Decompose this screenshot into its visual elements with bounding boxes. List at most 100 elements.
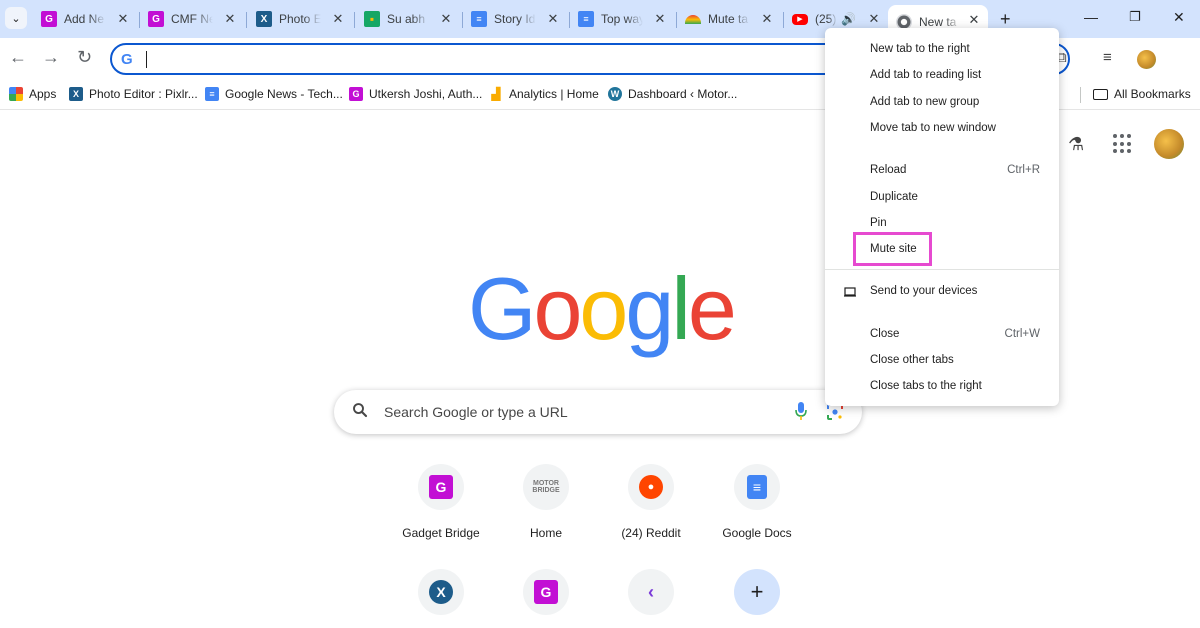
- tab[interactable]: ≡ Top way ✕: [570, 6, 674, 32]
- close-icon[interactable]: ✕: [652, 11, 668, 27]
- account-avatar[interactable]: [1154, 129, 1184, 159]
- google-logo: Google: [468, 259, 737, 358]
- shortcut-tile[interactable]: ● (24) Reddit: [596, 464, 706, 540]
- tab[interactable]: ▪ Su abh I ✕: [356, 6, 460, 32]
- chat-icon: ▪: [364, 11, 380, 27]
- shortcut-label: Home: [529, 526, 562, 540]
- google-apps-icon[interactable]: [1113, 134, 1133, 154]
- window-close-button[interactable]: ✕: [1173, 9, 1185, 26]
- menu-item-pin[interactable]: Pin: [870, 217, 887, 229]
- google-news-icon: ≡: [205, 87, 219, 101]
- tab-search-button[interactable]: ⌄: [5, 7, 27, 29]
- menu-item-new-tab-right[interactable]: New tab to the right: [870, 43, 970, 55]
- tab-title: Add Ne: [64, 12, 105, 26]
- plus-icon: +: [750, 579, 764, 604]
- search-input[interactable]: Search Google or type a URL: [384, 404, 568, 420]
- shortcut-tile[interactable]: MOTOR BRIDGE Home: [491, 464, 601, 540]
- menu-item-send-to-devices[interactable]: Send to your devices: [870, 285, 977, 297]
- reddit-icon: ●: [639, 475, 663, 499]
- bookmark-item[interactable]: W Dashboard ‹ Motor...: [608, 87, 737, 101]
- media-control-icon[interactable]: ≡: [1103, 49, 1112, 66]
- bookmark-item[interactable]: X Photo Editor : Pixlr...: [69, 87, 198, 101]
- shortcut-tile[interactable]: G Gadget Bridge: [386, 464, 496, 540]
- google-docs-icon: ≡: [578, 11, 594, 27]
- tab-title: Photo E: [279, 12, 321, 26]
- close-icon[interactable]: ✕: [966, 12, 982, 28]
- tab[interactable]: G Add Ne ✕: [33, 6, 137, 32]
- close-icon[interactable]: ✕: [222, 11, 238, 27]
- all-bookmarks-button[interactable]: All Bookmarks: [1093, 87, 1191, 101]
- back-button[interactable]: ←: [9, 47, 27, 68]
- shortcut-label: Google Docs: [722, 526, 792, 540]
- tab-title: Su abh I: [387, 12, 429, 26]
- youtube-icon: ▶: [792, 13, 808, 25]
- labs-flask-icon[interactable]: ⚗: [1068, 134, 1084, 155]
- text-caret: [146, 51, 147, 68]
- shortcut-tile[interactable]: ‹: [596, 569, 706, 615]
- menu-item-duplicate[interactable]: Duplicate: [870, 191, 918, 203]
- close-icon[interactable]: ✕: [115, 11, 131, 27]
- search-icon: [353, 403, 368, 418]
- google-docs-icon: ≡: [471, 11, 487, 27]
- rainbow-icon: [685, 14, 701, 24]
- bookmark-item[interactable]: G Utkersh Joshi, Auth...: [349, 87, 482, 101]
- bookmark-item[interactable]: ▟ Analytics | Home: [489, 87, 598, 101]
- tab-title: New ta: [919, 14, 957, 29]
- search-box[interactable]: Search Google or type a URL: [334, 390, 862, 434]
- menu-item-close[interactable]: Close: [870, 328, 899, 340]
- menu-item-close-other-tabs[interactable]: Close other tabs: [870, 354, 954, 366]
- menu-item-add-new-group[interactable]: Add tab to new group: [870, 96, 979, 108]
- google-docs-icon: ≡: [747, 475, 767, 499]
- shortcut-tile[interactable]: ≡ Google Docs: [702, 464, 812, 540]
- pixlr-icon: X: [429, 580, 453, 604]
- bookmark-apps[interactable]: Apps: [9, 87, 56, 101]
- purple-k-icon: ‹: [648, 581, 654, 602]
- minimize-button[interactable]: —: [1084, 9, 1098, 25]
- tab[interactable]: G CMF Ne ✕: [140, 6, 244, 32]
- devices-icon: [844, 287, 856, 297]
- gadget-bridge-icon: G: [148, 11, 164, 27]
- menu-item-move-new-window[interactable]: Move tab to new window: [870, 122, 996, 134]
- tab[interactable]: X Photo E ✕: [248, 6, 352, 32]
- tab-title: Top way: [601, 12, 643, 26]
- close-icon[interactable]: ✕: [866, 11, 882, 27]
- microphone-icon[interactable]: [794, 401, 808, 421]
- pixlr-icon: X: [69, 87, 83, 101]
- menu-item-close-tabs-right[interactable]: Close tabs to the right: [870, 380, 982, 392]
- chevron-down-icon: ⌄: [11, 12, 21, 25]
- wordpress-icon: W: [608, 87, 622, 101]
- new-tab-button[interactable]: +: [1000, 9, 1011, 30]
- tab[interactable]: Mute ta ✕: [677, 6, 781, 32]
- restore-button[interactable]: ❐: [1129, 9, 1141, 25]
- plus-icon: +: [1000, 9, 1011, 29]
- google-icon: G: [121, 51, 133, 68]
- tab-title: Mute ta: [708, 12, 749, 26]
- tab-title: Story Id: [494, 12, 536, 26]
- menu-item-add-reading-list[interactable]: Add tab to reading list: [870, 69, 981, 81]
- menu-item-reload[interactable]: Reload: [870, 164, 906, 176]
- tab-title: CMF Ne: [171, 12, 213, 26]
- profile-avatar[interactable]: [1137, 50, 1156, 69]
- close-icon[interactable]: ✕: [545, 11, 561, 27]
- apps-grid-icon: [9, 87, 23, 101]
- add-shortcut-button[interactable]: +: [702, 569, 812, 615]
- speaker-icon[interactable]: 🔊: [841, 12, 856, 26]
- bookmark-item[interactable]: ≡ Google News - Tech...: [205, 87, 343, 101]
- close-icon[interactable]: ✕: [330, 11, 346, 27]
- close-icon[interactable]: ✕: [438, 11, 454, 27]
- pixlr-icon: X: [256, 11, 272, 27]
- bookmarks-divider: [1080, 87, 1081, 103]
- gadget-bridge-icon: G: [349, 87, 363, 101]
- gadget-bridge-icon: G: [429, 475, 453, 499]
- shortcut-tile[interactable]: G: [491, 569, 601, 615]
- annotation-highlight-box: [853, 232, 932, 266]
- close-icon[interactable]: ✕: [759, 11, 775, 27]
- tab-title: (25): [815, 12, 837, 26]
- forward-button[interactable]: →: [42, 47, 60, 68]
- reload-button[interactable]: ↻: [77, 47, 92, 68]
- shortcut-tile[interactable]: X: [386, 569, 496, 615]
- gadget-bridge-icon: G: [41, 11, 57, 27]
- tab[interactable]: ≡ Story Id ✕: [463, 6, 567, 32]
- analytics-icon: ▟: [491, 87, 501, 101]
- tab-context-menu: New tab to the right Add tab to reading …: [825, 28, 1059, 406]
